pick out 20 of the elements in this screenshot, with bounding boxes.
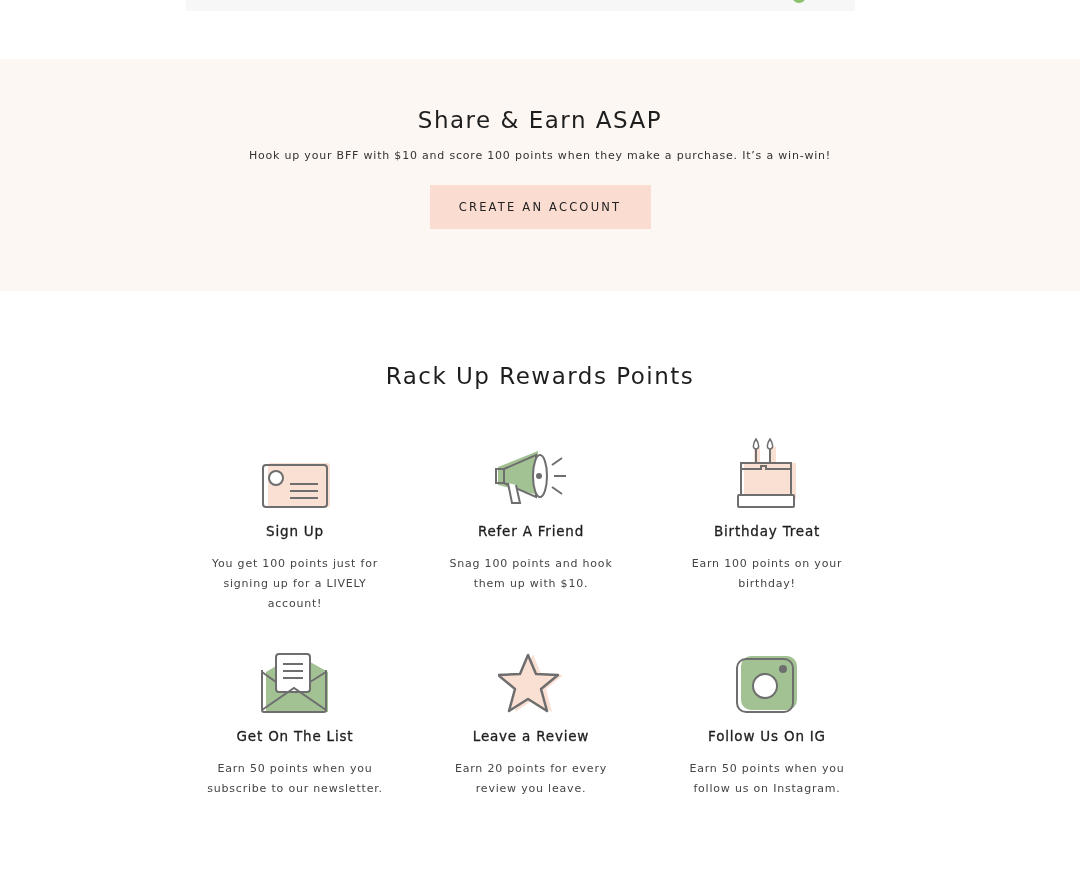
reward-title: Follow Us On IG — [708, 728, 826, 744]
reward-title: Leave a Review — [472, 728, 590, 744]
reward-description: Earn 100 points on your birthday! — [690, 556, 844, 592]
reward-description: Earn 20 points for every review you leave. — [453, 761, 609, 797]
reward-title: Refer A Friend — [477, 523, 585, 539]
reward-description: Earn 50 points when you subscribe to our newsletter. — [206, 761, 384, 797]
camera-icon — [735, 654, 799, 714]
reward-description: Earn 50 points when you follow us on Instagram. — [688, 761, 846, 797]
create-account-button[interactable]: CREATE AN ACCOUNT — [429, 185, 651, 229]
reward-title: Sign Up — [266, 523, 324, 539]
envelope-icon — [260, 652, 330, 714]
reward-title: Birthday Treat — [713, 523, 821, 539]
section-title: Rack Up Rewards Points — [385, 362, 695, 389]
reward-description: You get 100 points just for signing up for a LIVELY account! — [210, 556, 380, 612]
promo-text: Hook up your BFF with $10 and score 100 points when they make a purchase. It’s a win-win! — [248, 149, 832, 162]
reward-description: Snag 100 points and hook them up with $10. — [448, 556, 614, 592]
reward-title: Get On The List — [236, 728, 354, 744]
birthday-cake-icon — [736, 437, 798, 509]
section-title: Share & Earn ASAP — [417, 106, 663, 133]
star-icon — [498, 652, 564, 714]
